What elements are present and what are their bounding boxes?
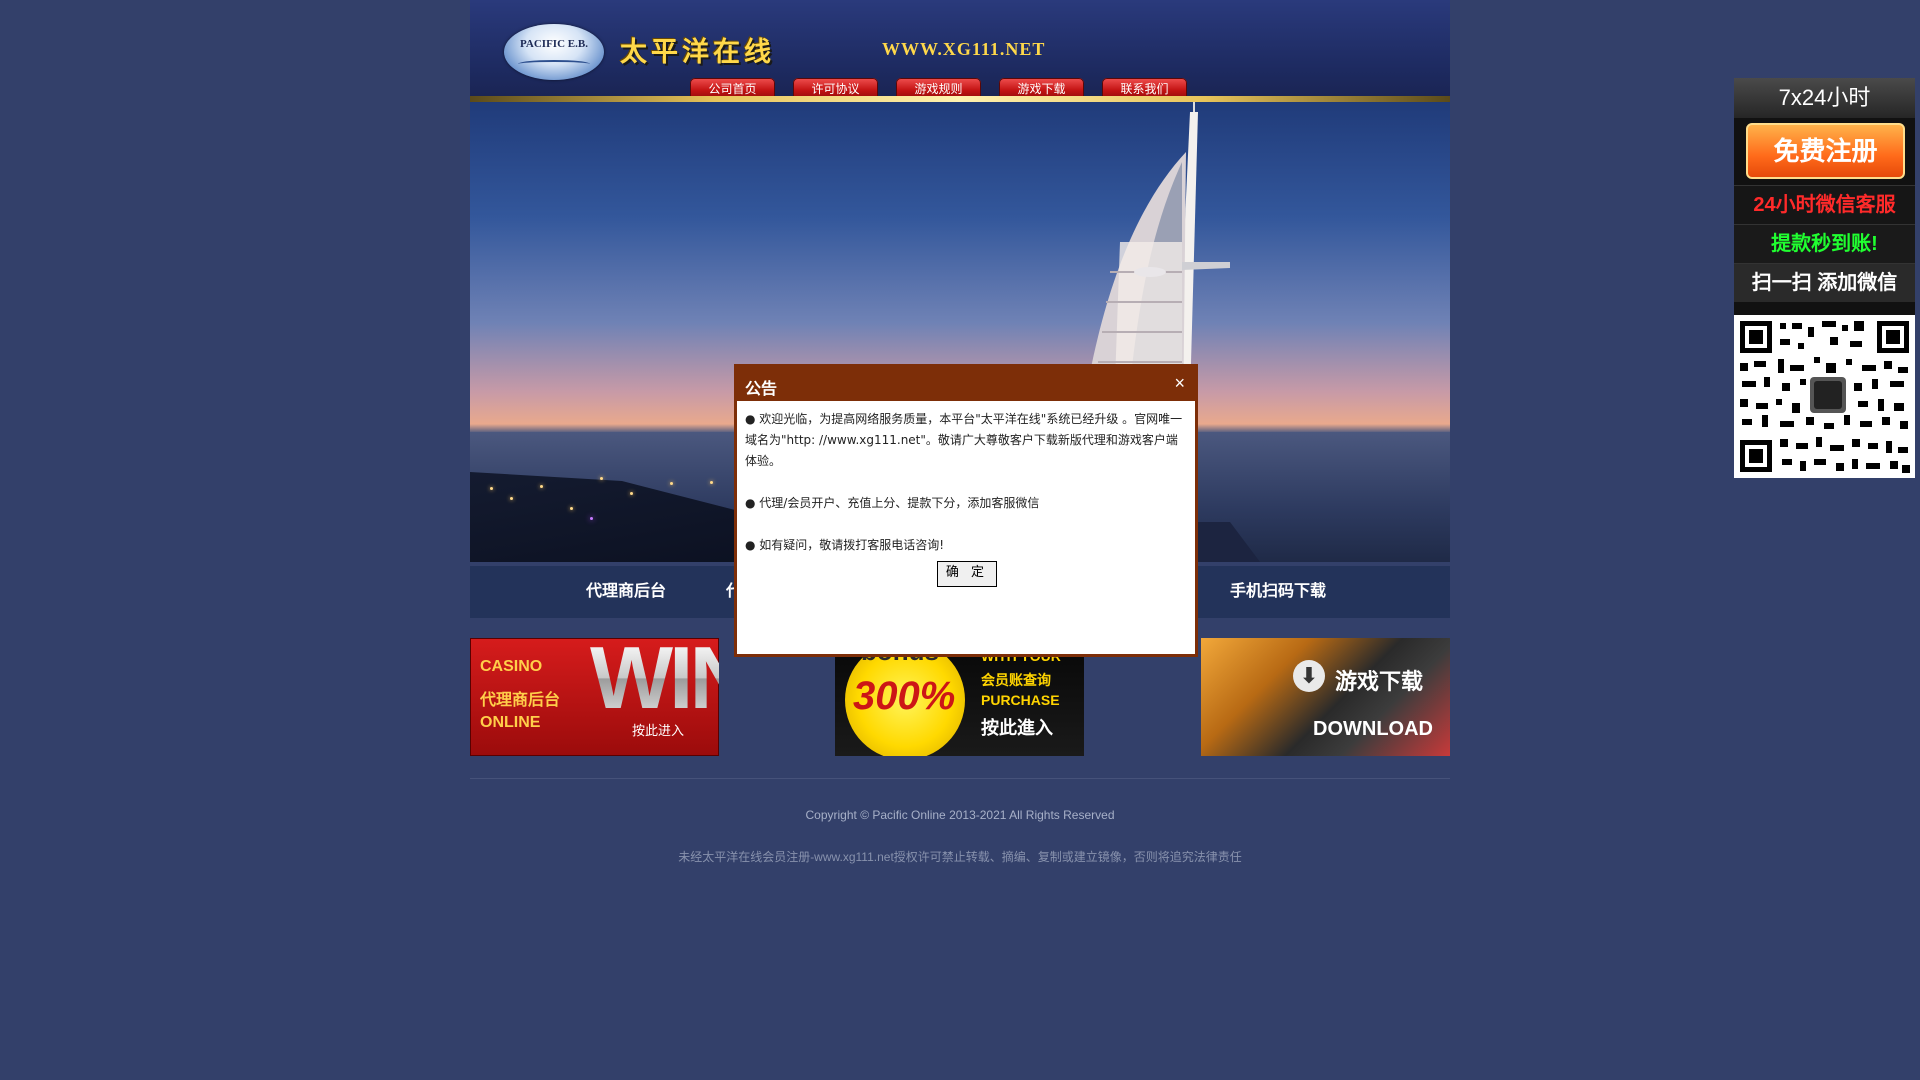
agent-backend-link[interactable]: 代理商后台: [586, 566, 666, 618]
side-ad-fast-withdraw: 提款秒到账!: [1734, 224, 1915, 263]
promo-casino-line1: CASINO: [480, 658, 543, 675]
light-dot: [570, 507, 573, 510]
bonus-line2: 会员账查询: [981, 672, 1051, 688]
free-register-button[interactable]: 免费注册: [1746, 123, 1905, 179]
promo-casino-line3: ONLINE: [480, 714, 541, 731]
promo-win-text: WIN: [590, 638, 719, 722]
light-dot: [510, 497, 513, 500]
download-en-label: DOWNLOAD: [1313, 718, 1433, 740]
promo-casino-line2: 代理商后台: [480, 692, 561, 709]
download-cn-label: 游戏下载: [1335, 669, 1424, 694]
footer-copyright: Copyright © Pacific Online 2013-2021 All…: [805, 808, 1115, 822]
light-dot: [710, 481, 713, 484]
side-ad-wechat-service: 24小时微信客服: [1734, 185, 1915, 224]
promo-agent-backend[interactable]: CASINO 代理商后台 ONLINE WIN 按此进入: [470, 638, 719, 756]
announcement-para-2: ● 代理/会员开户、充值上分、提款下分，添加客服微信: [745, 496, 1040, 510]
bonus-enter: 按此進入: [981, 718, 1053, 738]
promo-casino-enter: 按此进入: [632, 723, 685, 738]
modal-body: ● 欢迎光临，为提高网络服务质量，本平台"太平洋在线"系统已经升级 。官网唯一域…: [745, 409, 1187, 577]
download-arrow-icon: ⬇: [1293, 660, 1325, 692]
side-ad-hours: 7x24小时: [1734, 78, 1915, 118]
confirm-button[interactable]: 确 定: [937, 561, 997, 587]
logo-text: PACIFIC E.B.: [520, 38, 588, 50]
site-url: WWW.XG111.NET: [882, 39, 1046, 59]
light-dot: [540, 485, 543, 488]
light-dot: [670, 482, 673, 485]
side-ad-scan-wechat: 扫一扫 添加微信: [1734, 263, 1915, 302]
light-dot: [490, 487, 493, 490]
light-dot: [590, 517, 593, 520]
light-dot: [630, 492, 633, 495]
site-header: PACIFIC E.B. 太平洋在线 WWW.XG111.NET 公司首页 许可…: [470, 0, 1450, 102]
footer-disclaimer: 未经太平洋在线会员注册-www.xg111.net授权许可禁止转载、摘编、复制或…: [678, 850, 1242, 864]
announcement-para-1: ● 欢迎光临，为提高网络服务质量，本平台"太平洋在线"系统已经升级 。官网唯一域…: [745, 412, 1183, 468]
modal-header: 公告 ×: [737, 367, 1195, 401]
bonus-percent: 300%: [853, 674, 956, 718]
bonus-line3: PURCHASE: [981, 692, 1060, 708]
promo-game-download[interactable]: ⬇ 游戏下载 DOWNLOAD: [1201, 638, 1450, 756]
side-float-ad: 7x24小时 免费注册 24小时微信客服 提款秒到账! 扫一扫 添加微信: [1734, 78, 1915, 478]
light-dot: [600, 477, 603, 480]
logo-waves: [518, 60, 590, 68]
site-logo[interactable]: PACIFIC E.B.: [504, 24, 604, 80]
footer-divider: [470, 778, 1450, 779]
announcement-para-3: ● 如有疑问，敬请拨打客服电话咨询!: [745, 538, 945, 552]
mobile-scan-download-link[interactable]: 手机扫码下载: [1230, 566, 1326, 618]
announcement-modal: 公告 × ● 欢迎光临，为提高网络服务质量，本平台"太平洋在线"系统已经升级 。…: [734, 364, 1198, 657]
close-icon[interactable]: ×: [1174, 373, 1185, 394]
site-name: 太平洋在线: [620, 37, 775, 68]
wechat-qr-code[interactable]: [1734, 315, 1915, 478]
modal-title: 公告: [745, 381, 778, 398]
